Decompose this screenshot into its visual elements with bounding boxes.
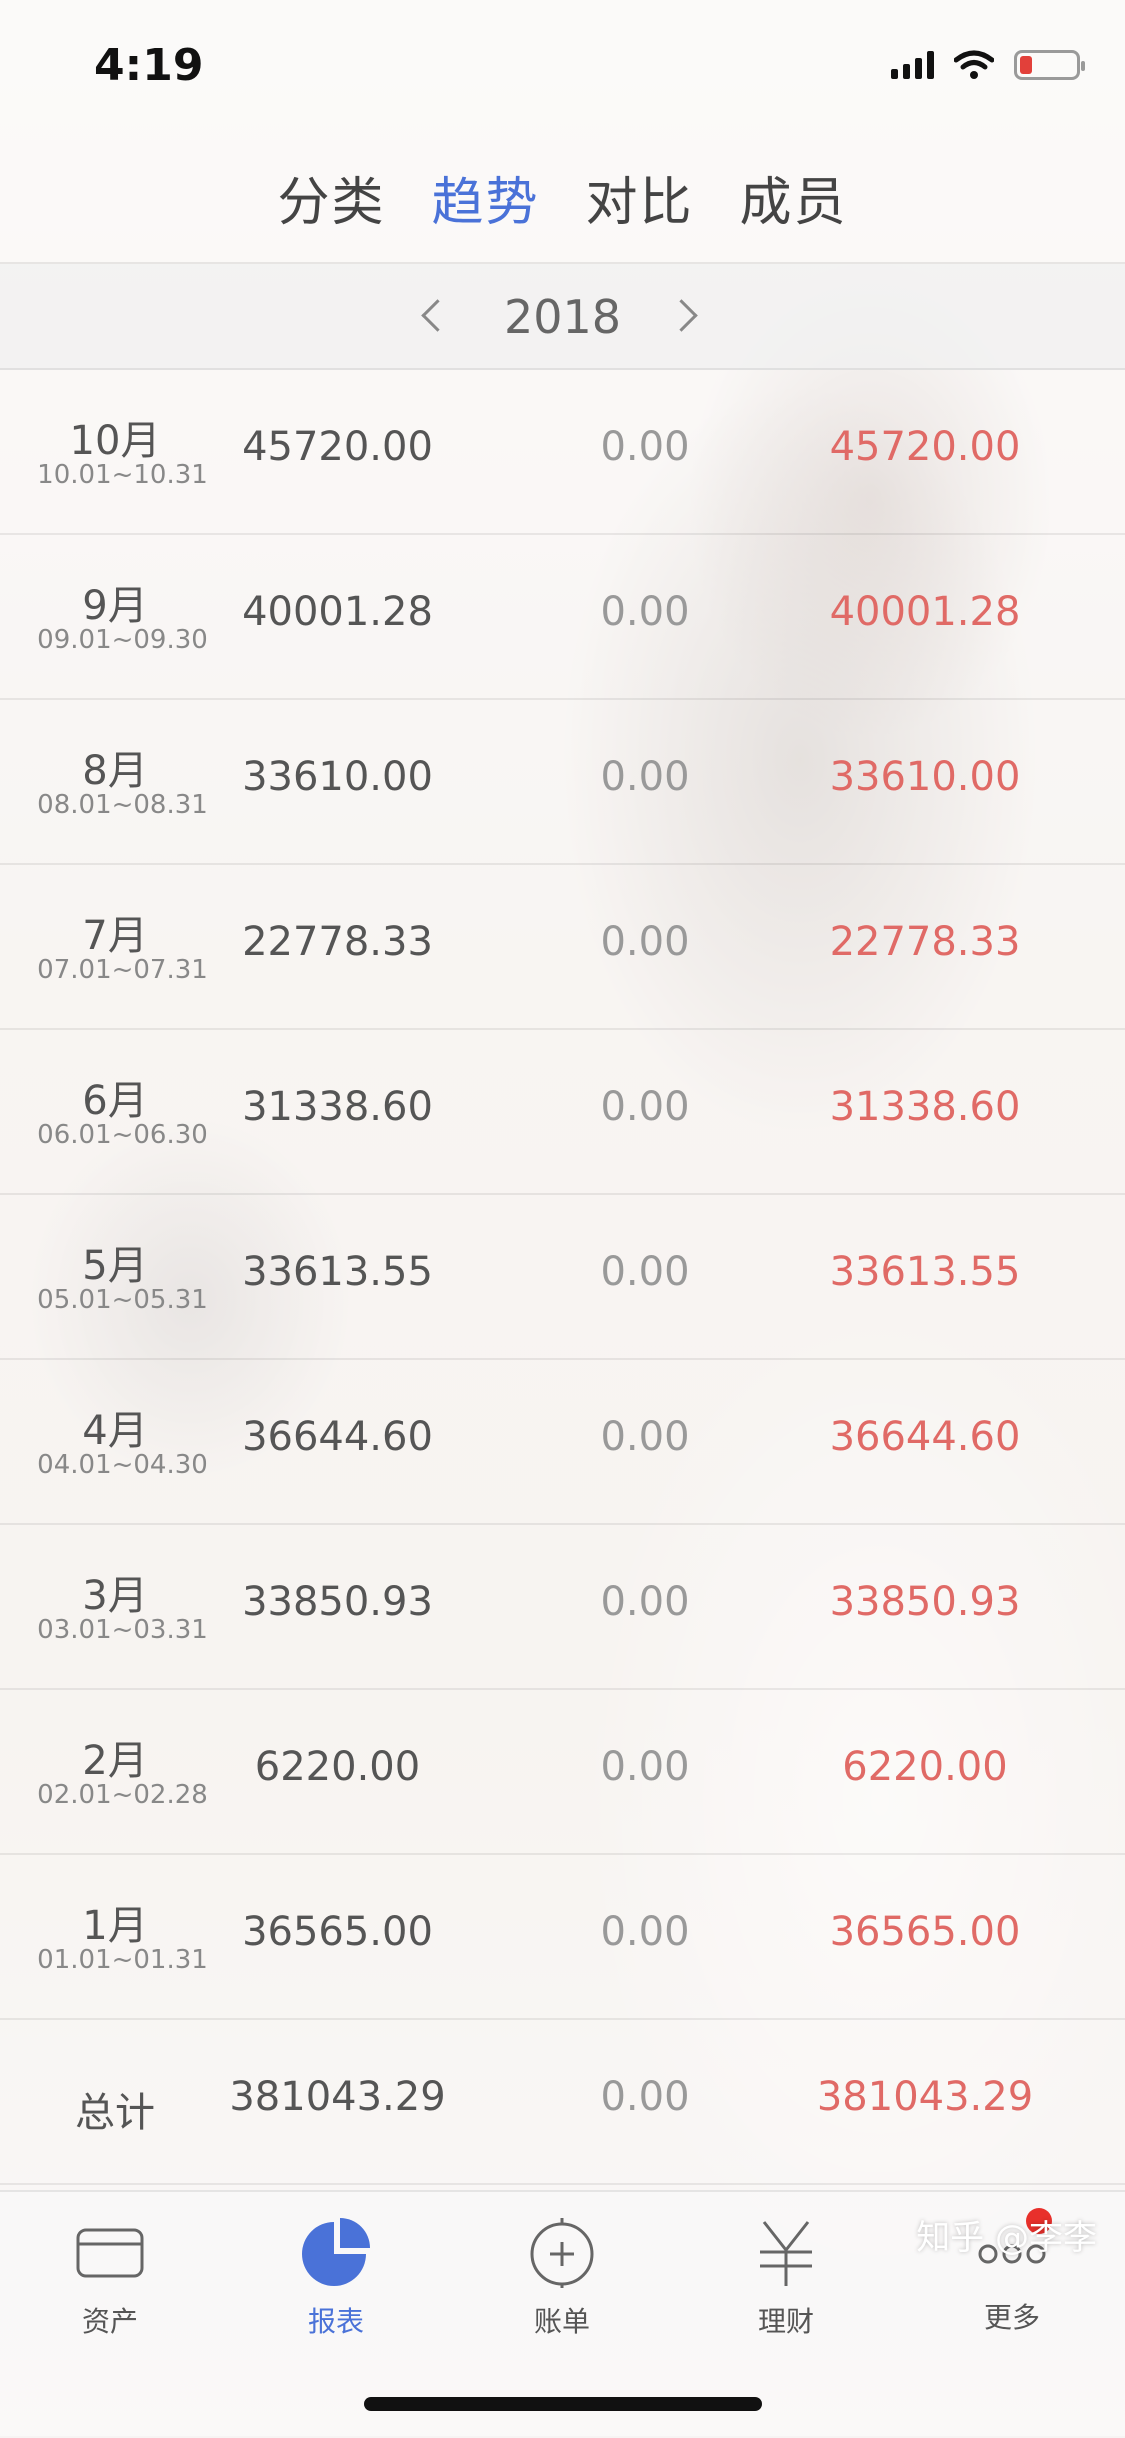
tabbar-assets[interactable]: 资产 (30, 2216, 190, 2340)
tabbar-bills[interactable]: 账单 (482, 2216, 642, 2340)
expense-value: 0.00 (600, 919, 690, 965)
tabbar-reports[interactable]: 报表 (256, 2216, 416, 2340)
income-value: 33610.00 (242, 754, 433, 800)
total-balance: 381043.29 (816, 2074, 1034, 2120)
balance-value: 45720.00 (829, 424, 1021, 470)
balance-value: 33610.00 (829, 754, 1021, 800)
tabbar-label: 账单 (533, 2305, 590, 2338)
tab-category[interactable]: 分类 (277, 160, 385, 260)
tabbar-label: 资产 (81, 2305, 138, 2338)
year-label: 2018 (503, 290, 622, 344)
month-label: 8月 (82, 748, 148, 794)
total-expense: 0.00 (600, 2074, 690, 2120)
income-value: 31338.60 (242, 1084, 433, 1130)
expense-value: 0.00 (600, 1579, 690, 1625)
list-item[interactable]: 1月 01.01~01.31 36565.00 0.00 36565.00 (0, 1855, 1125, 2020)
total-label: 总计 (75, 2090, 155, 2136)
list-item[interactable]: 3月 03.01~03.31 33850.93 0.00 33850.93 (0, 1525, 1125, 1690)
income-value: 6220.00 (254, 1744, 421, 1790)
balance-value: 33850.93 (829, 1579, 1021, 1625)
pie-chart-icon (302, 2218, 370, 2286)
month-label: 1月 (82, 1903, 148, 1949)
balance-value: 36644.60 (829, 1414, 1021, 1460)
list-item[interactable]: 7月 07.01~07.31 22778.33 0.00 22778.33 (0, 865, 1125, 1030)
signal-icon (891, 51, 934, 79)
tabbar-label: 更多 (983, 2301, 1040, 2334)
list-item[interactable]: 2月 02.01~02.28 6220.00 0.00 6220.00 (0, 1690, 1125, 1855)
income-value: 45720.00 (242, 424, 433, 470)
month-label: 10月 (69, 418, 161, 464)
year-selector: 2018 (0, 264, 1125, 370)
month-label: 2月 (82, 1738, 148, 1784)
expense-value: 0.00 (600, 424, 690, 470)
status-time: 4:19 (94, 40, 204, 91)
chevron-right-icon[interactable] (662, 290, 712, 340)
home-indicator[interactable] (364, 2397, 762, 2411)
balance-value: 22778.33 (829, 919, 1021, 965)
tabbar-finance[interactable]: 理财 (706, 2216, 866, 2340)
expense-value: 0.00 (600, 754, 690, 800)
month-label: 3月 (82, 1573, 148, 1619)
yen-icon (760, 2221, 812, 2286)
balance-value: 40001.28 (829, 589, 1021, 635)
wifi-icon (954, 50, 994, 79)
balance-value: 31338.60 (829, 1084, 1021, 1130)
add-circle-icon (530, 2218, 594, 2288)
expense-value: 0.00 (600, 1909, 690, 1955)
tab-members[interactable]: 成员 (740, 160, 848, 260)
month-label: 7月 (82, 913, 148, 959)
income-value: 22778.33 (242, 919, 433, 965)
monthly-trend-list: 10月 10.01~10.31 45720.00 0.00 45720.00 9… (0, 370, 1125, 2185)
battery-icon (1014, 50, 1085, 80)
status-icons (891, 50, 1085, 80)
expense-value: 0.00 (600, 1744, 690, 1790)
list-item[interactable]: 8月 08.01~08.31 33610.00 0.00 33610.00 (0, 700, 1125, 865)
month-label: 6月 (82, 1078, 148, 1124)
balance-value: 33613.55 (829, 1249, 1021, 1295)
total-row: 总计 381043.29 0.00 381043.29 (0, 2020, 1125, 2185)
card-icon (76, 2228, 144, 2278)
expense-value: 0.00 (600, 1084, 690, 1130)
income-value: 40001.28 (242, 589, 433, 635)
expense-value: 0.00 (600, 1249, 690, 1295)
income-value: 36565.00 (242, 1909, 433, 1955)
income-value: 36644.60 (242, 1414, 433, 1460)
balance-value: 36565.00 (829, 1909, 1021, 1955)
watermark: 知乎 @李李 (916, 2218, 1097, 2258)
list-item[interactable]: 9月 09.01~09.30 40001.28 0.00 40001.28 (0, 535, 1125, 700)
tabbar-label: 报表 (307, 2305, 364, 2338)
list-item[interactable]: 6月 06.01~06.30 31338.60 0.00 31338.60 (0, 1030, 1125, 1195)
tab-trend[interactable]: 趋势 (431, 160, 539, 260)
income-value: 33613.55 (242, 1249, 433, 1295)
month-label: 9月 (82, 583, 148, 629)
tabbar-label: 理财 (757, 2305, 814, 2338)
list-item[interactable]: 5月 05.01~05.31 33613.55 0.00 33613.55 (0, 1195, 1125, 1360)
month-label: 5月 (82, 1243, 148, 1289)
expense-value: 0.00 (600, 1414, 690, 1460)
income-value: 33850.93 (242, 1579, 433, 1625)
list-item[interactable]: 10月 10.01~10.31 45720.00 0.00 45720.00 (0, 370, 1125, 535)
total-income: 381043.29 (229, 2074, 446, 2120)
list-item[interactable]: 4月 04.01~04.30 36644.60 0.00 36644.60 (0, 1360, 1125, 1525)
tab-compare[interactable]: 对比 (586, 160, 694, 260)
month-label: 4月 (82, 1408, 148, 1454)
status-bar: 4:19 (0, 0, 1125, 130)
balance-value: 6220.00 (842, 1744, 1008, 1790)
expense-value: 0.00 (600, 589, 690, 635)
report-tabs: 分类 趋势 对比 成员 (0, 160, 1125, 260)
